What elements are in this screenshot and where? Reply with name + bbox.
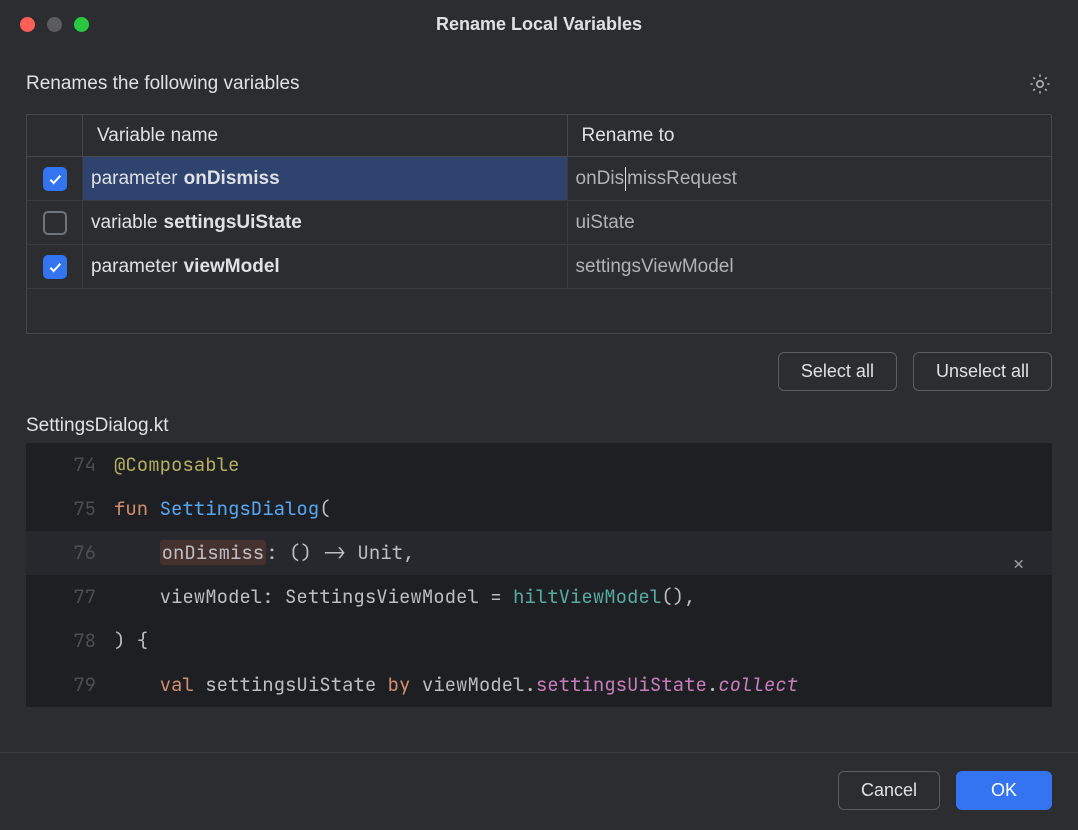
unselect-all-button[interactable]: Unselect all [913,352,1052,391]
text-caret [625,167,626,191]
code-preview: 74 @Composable 75 fun SettingsDialog( 76… [26,443,1052,707]
window-maximize-button[interactable] [74,17,89,32]
window-title: Rename Local Variables [436,14,642,35]
variable-cell[interactable]: variable settingsUiState [83,201,568,244]
table-row[interactable]: parameter onDismiss onDismissRequest [27,157,1051,201]
variable-cell[interactable]: parameter onDismiss [83,157,568,200]
line-number: 78 [26,619,114,663]
close-icon[interactable]: ✕ [1013,543,1024,587]
traffic-lights [0,17,89,32]
line-number: 79 [26,663,114,707]
titlebar: Rename Local Variables [0,0,1078,48]
table-row[interactable]: parameter viewModel settingsViewModel [27,245,1051,289]
row-checkbox[interactable] [43,167,67,191]
preview-filename: SettingsDialog.kt [26,415,1052,437]
line-number: 75 [26,487,114,531]
cancel-button[interactable]: Cancel [838,771,940,810]
dialog-footer: Cancel OK [0,752,1078,830]
select-all-button[interactable]: Select all [778,352,897,391]
column-header-rename[interactable]: Rename to [568,115,1052,156]
variable-cell[interactable]: parameter viewModel [83,245,568,288]
row-checkbox[interactable] [43,255,67,279]
line-number: 76 [26,531,114,575]
column-header-name[interactable]: Variable name [83,115,568,156]
rename-cell[interactable]: settingsViewModel [568,245,1052,288]
gear-icon[interactable] [1028,72,1052,96]
table-header: Variable name Rename to [27,115,1051,157]
line-number: 77 [26,575,114,619]
ok-button[interactable]: OK [956,771,1052,810]
table-row[interactable]: variable settingsUiState uiState [27,201,1051,245]
dialog-subtitle: Renames the following variables [26,73,300,95]
rename-cell[interactable]: uiState [568,201,1052,244]
rename-input[interactable]: onDismissRequest [568,157,1052,200]
row-checkbox[interactable] [43,211,67,235]
window-close-button[interactable] [20,17,35,32]
line-number: 74 [26,443,114,487]
window-minimize-button[interactable] [47,17,62,32]
variables-table: Variable name Rename to parameter onDism… [26,114,1052,334]
table-empty-row [27,289,1051,333]
